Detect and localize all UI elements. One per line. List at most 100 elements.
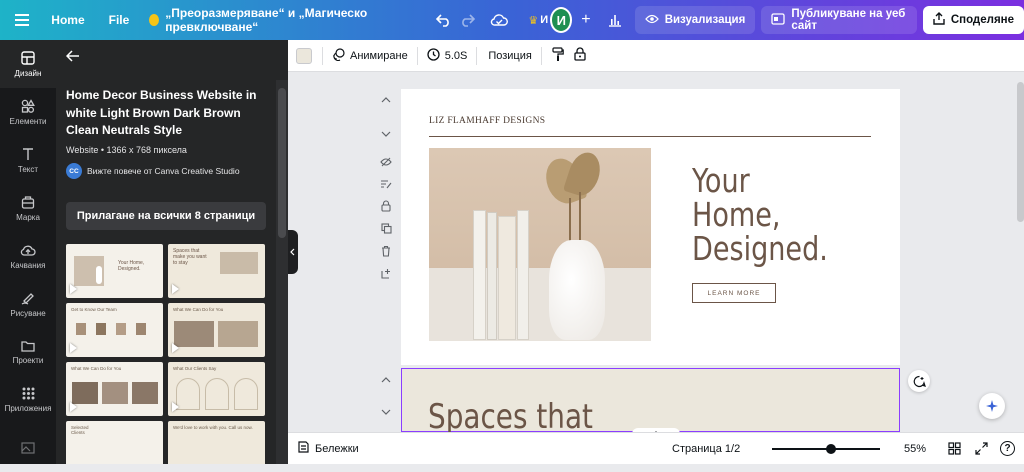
animate-button[interactable]: Анимиране [323,44,417,68]
insights-icon[interactable] [603,6,626,34]
context-toolbar: Анимиране 5.0S Позиция [288,40,1024,72]
page-thumbnail[interactable]: We'd love to work with you. Call us now. [168,421,265,464]
doc-title-button[interactable]: „Преоразмеряване“ и „Магическо превключв… [141,6,420,34]
page-thumbnail[interactable]: What Our Clients Say [168,362,265,416]
page-thumbnail[interactable]: What We Can Do for You [168,303,265,357]
cloud-save-icon[interactable] [487,6,510,34]
delete-page-icon[interactable] [381,245,391,260]
left-rail: Дизайн Елементи Текст Марка Качвания Рис… [0,40,56,464]
add-collaborator-icon[interactable]: + [578,11,593,29]
rail-item-more[interactable] [0,424,56,472]
canvas-scrollbar[interactable] [1017,82,1024,222]
avatar[interactable]: И [550,7,573,33]
lock-icon[interactable] [574,47,586,64]
page-tools [378,92,394,282]
editor-canvas[interactable]: LIZ FLAMHAFF DESIGNS Your Home, Designed… [296,72,1024,432]
play-icon [70,402,77,412]
duration-button[interactable]: 5.0S [418,44,477,68]
apply-all-pages-button[interactable]: Прилагане на всички 8 страници [66,202,266,230]
rail-item-text[interactable]: Текст [0,136,56,184]
marble-block [429,268,651,341]
page-1[interactable]: LIZ FLAMHAFF DESIGNS Your Home, Designed… [401,89,900,365]
hide-page-icon[interactable] [380,156,392,170]
book-3 [498,216,516,340]
bottom-bar: Бележки Страница 1/2 55% ? [288,432,1024,464]
fullscreen-icon[interactable] [975,442,988,458]
zoom-slider-handle[interactable] [826,444,837,454]
add-page-icon[interactable] [380,268,392,282]
play-icon [172,343,179,353]
menu-icon[interactable] [10,6,33,34]
animate-label: Анимиране [350,49,408,62]
page-thumbnail[interactable]: Get to Know Our Team [66,303,163,357]
rail-item-elements[interactable]: Елементи [0,88,56,136]
comment-add-icon[interactable] [908,370,930,392]
text-icon [23,147,33,160]
thumb-text: What We Can Do for You [173,307,224,312]
thumb-text: What Our Clients Say [173,366,217,371]
notes-label: Бележки [315,442,359,455]
rail-item-design[interactable]: Дизайн [0,40,56,88]
zoom-slider[interactable] [772,444,880,454]
rail-item-uploads[interactable]: Качвания [0,232,56,280]
visualize-button[interactable]: Визуализация [634,6,756,34]
page-notes-icon[interactable] [380,178,392,192]
share-button[interactable]: Споделяне [922,6,1024,34]
page-2-tools [378,372,394,432]
lock-page-icon[interactable] [381,200,391,215]
grid-view-icon[interactable] [948,442,961,458]
divider [540,46,542,65]
play-icon [70,343,77,353]
position-button[interactable]: Позиция [479,44,541,68]
page-indicator[interactable]: Страница 1/2 [672,443,740,455]
thumb-text: Your Home, Designed. [118,260,145,272]
animate-icon [332,47,345,64]
headline-line-3: Designed. [692,229,828,268]
play-icon [70,284,77,294]
rail-item-apps[interactable]: Приложения [0,376,56,424]
page-2-headline[interactable]: Spaces that [428,397,593,432]
creator-link[interactable]: CC Вижте повече от Canva Creative Studio [66,163,240,179]
rail-label: Рисуване [10,308,46,318]
rail-item-projects[interactable]: Проекти [0,328,56,376]
template-title: Home Decor Business Website in white Lig… [66,88,257,137]
image-icon [21,442,35,454]
page-up-icon[interactable] [381,372,391,386]
thumb-text: Spaces that make you want to stay [173,248,207,266]
vase-shape [96,266,102,284]
zoom-level[interactable]: 55% [904,443,926,455]
hero-headline[interactable]: Your Home, Designed. [692,164,828,266]
learn-more-button[interactable]: LEARN MORE [692,283,776,303]
duplicate-page-icon[interactable] [380,223,392,237]
brand-name[interactable]: LIZ FLAMHAFF DESIGNS [429,116,545,126]
page-up-icon[interactable] [381,92,391,106]
magic-assistant-button[interactable] [979,393,1005,419]
page-thumbnail[interactable]: Selected Clients [66,421,163,464]
page-down-icon[interactable] [381,126,391,140]
share-icon [933,12,945,28]
page-thumbnail[interactable]: Spaces that make you want to stay [168,244,265,298]
undo-icon[interactable] [432,6,455,34]
background-color-swatch[interactable] [296,47,312,64]
page-2[interactable]: Spaces that [401,368,900,432]
notes-button[interactable]: Бележки [298,441,359,456]
elements-icon [21,98,35,113]
back-icon[interactable] [65,50,82,66]
panel-scrollbar-thumb[interactable] [278,88,286,238]
hero-photo[interactable] [429,148,651,341]
thumb-text: Selected Clients [71,425,89,435]
page-thumbnail[interactable]: Your Home, Designed. [66,244,163,298]
visualize-label: Визуализация [664,14,746,26]
page-down-icon[interactable] [381,404,391,418]
page-thumbnail[interactable]: What We Can Do for You [66,362,163,416]
vase [549,240,605,340]
rail-item-brand[interactable]: Марка [0,184,56,232]
quote-card [205,378,229,410]
help-icon[interactable]: ? [1000,441,1015,456]
home-button[interactable]: Home [43,6,92,34]
rail-item-draw[interactable]: Рисуване [0,280,56,328]
paint-roller-icon[interactable] [552,46,564,65]
publish-website-button[interactable]: Публикуване на уеб сайт [761,6,917,34]
redo-icon[interactable] [456,6,479,34]
file-menu[interactable]: File [101,6,138,34]
